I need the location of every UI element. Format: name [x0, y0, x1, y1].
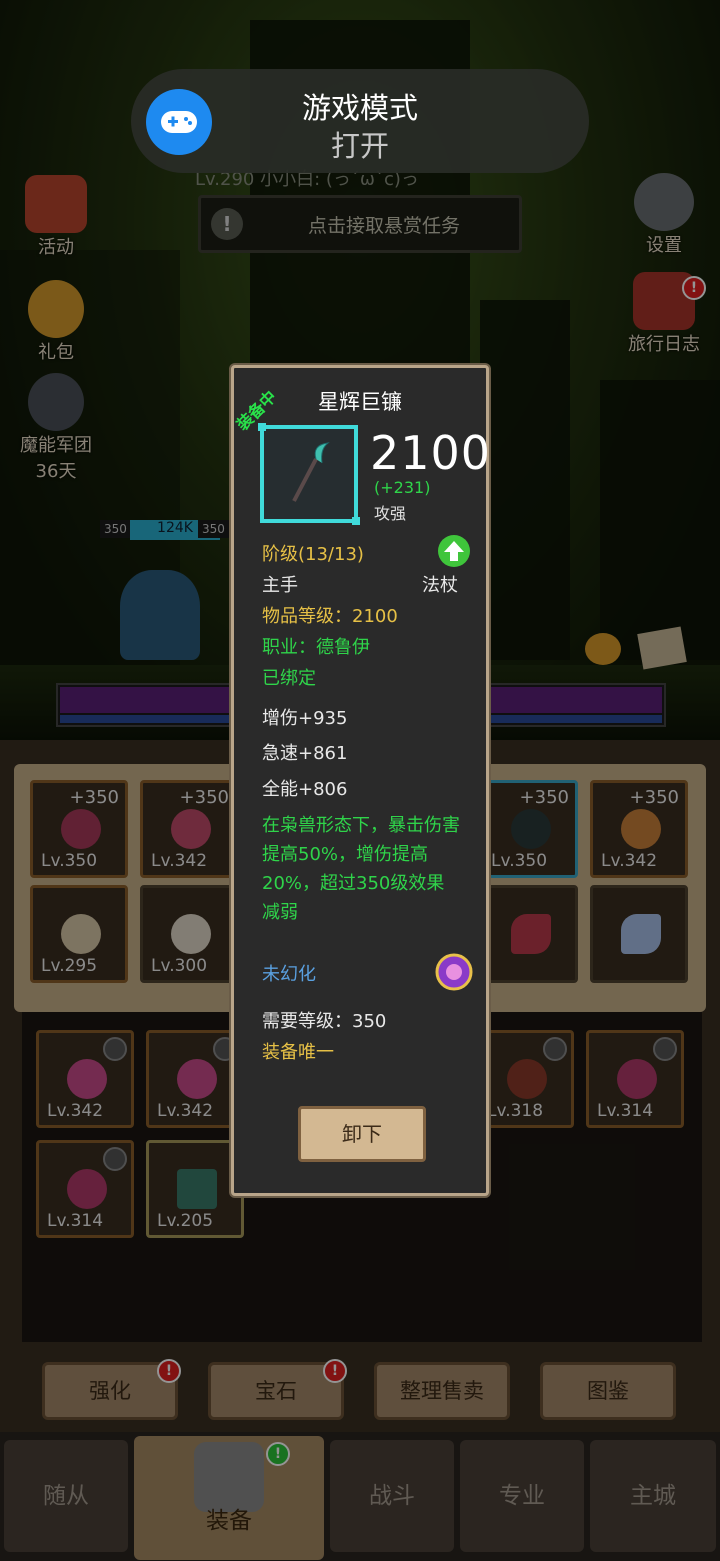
- game-mode-toast: 游戏模式 打开: [131, 69, 589, 173]
- unequip-button[interactable]: 卸下: [298, 1106, 426, 1162]
- item-power: 2100: [370, 426, 492, 480]
- item-power-delta: (+231): [374, 478, 431, 497]
- item-name: 星辉巨镰: [318, 390, 402, 414]
- toast-status: 打开: [330, 129, 389, 163]
- item-stat: 增伤+935: [262, 708, 348, 729]
- item-unique: 装备唯一: [262, 1042, 334, 1063]
- item-tier: 阶级(13/13): [262, 544, 364, 565]
- unequip-label: 卸下: [342, 1122, 382, 1146]
- item-detail-popup: 装备中 星辉巨镰 2100 (+231) 攻强 阶级(13/13) 主手 法杖 …: [231, 365, 492, 1196]
- upgrade-arrow-icon[interactable]: [438, 535, 470, 567]
- item-stat: 急速+861: [262, 743, 348, 764]
- item-weapon-type: 法杖: [422, 575, 458, 596]
- item-slot: 主手: [262, 575, 298, 596]
- toast-title: 游戏模式: [301, 91, 418, 125]
- scythe-icon: [292, 442, 330, 502]
- item-class: 职业：德鲁伊: [262, 637, 370, 658]
- item-effect: 在枭兽形态下，暴击伤害提高50%，增伤提高20%，超过350级效果减弱: [262, 815, 460, 923]
- item-power-rank: 攻强: [374, 504, 407, 523]
- item-transmog: 未幻化: [262, 964, 316, 985]
- item-bound: 已绑定: [262, 668, 316, 689]
- item-icon-frame: [258, 423, 360, 525]
- item-stat: 全能+806: [262, 779, 348, 800]
- transmog-orb-icon[interactable]: [434, 952, 474, 992]
- item-level: 物品等级：2100: [262, 606, 398, 627]
- item-required-level: 需要等级：350: [262, 1011, 387, 1032]
